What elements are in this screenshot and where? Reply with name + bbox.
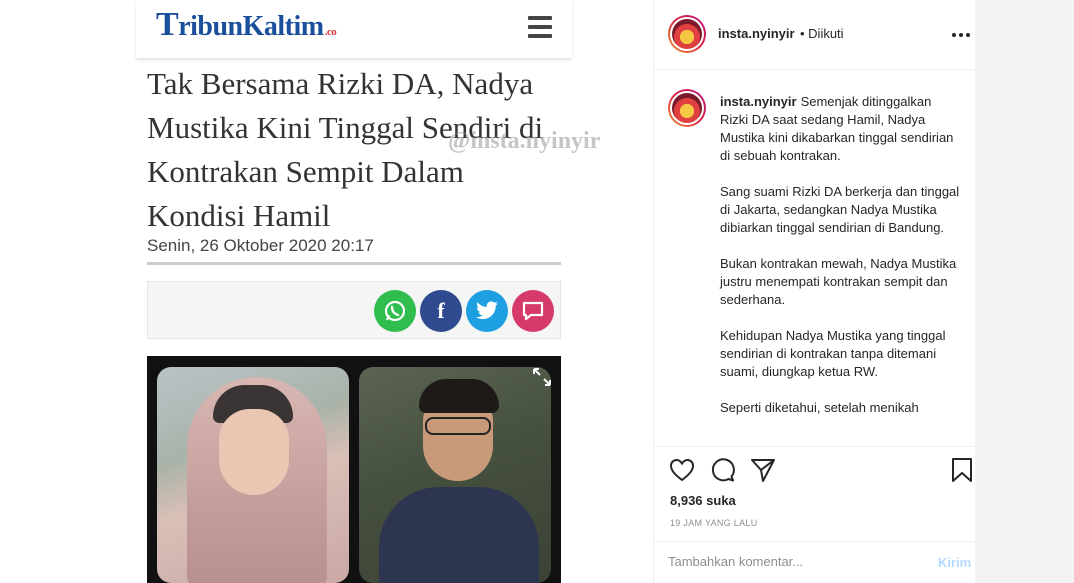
watermark: @insta.nyinyir xyxy=(448,128,601,154)
divider xyxy=(147,262,561,265)
more-options-icon[interactable] xyxy=(950,32,972,38)
post-caption: insta.nyinyir Semenjak ditinggalkan Rizki… xyxy=(720,93,960,435)
expand-icon xyxy=(533,368,551,386)
post-image: TribunKaltim.co Tak Bersama Rizki DA, Na… xyxy=(0,0,654,583)
article-screenshot: TribunKaltim.co Tak Bersama Rizki DA, Na… xyxy=(136,0,600,583)
caption-avatar[interactable] xyxy=(668,89,706,127)
photo-rizki xyxy=(359,367,551,583)
facebook-icon: f xyxy=(420,290,462,332)
whatsapp-icon xyxy=(374,290,416,332)
logo-wordmark: ribunKaltim xyxy=(178,11,324,42)
article-date: Senin, 26 Oktober 2020 20:17 xyxy=(147,236,374,255)
username-link[interactable]: insta.nyinyir xyxy=(718,26,795,41)
like-count[interactable]: 8,936 suka xyxy=(670,493,736,508)
comment-form: Kirim xyxy=(654,541,976,583)
follow-status[interactable]: • Diikuti xyxy=(800,26,844,41)
site-logo: TribunKaltim.co xyxy=(156,6,337,44)
share-icon[interactable] xyxy=(749,456,777,484)
instagram-post-panel: insta.nyinyir • Diikuti insta.nyinyir Sem… xyxy=(653,0,976,583)
site-header: TribunKaltim.co xyxy=(136,0,572,58)
caption-paragraph: Sang suami Rizki DA berkerja dan tinggal… xyxy=(720,184,960,235)
caption-paragraph: Kehidupan Nadya Mustika yang tinggal sen… xyxy=(720,328,946,379)
post-header: insta.nyinyir • Diikuti xyxy=(654,0,976,70)
twitter-icon xyxy=(466,290,508,332)
caption-username[interactable]: insta.nyinyir xyxy=(720,94,797,109)
comment-bubble-icon[interactable] xyxy=(709,456,737,484)
article-photo xyxy=(147,356,561,583)
share-bar: f xyxy=(147,281,561,339)
post-timestamp[interactable]: 19 JAM YANG LALU xyxy=(670,518,758,528)
bookmark-icon[interactable] xyxy=(948,456,976,484)
caption-paragraph: Bukan kontrakan mewah, Nadya Mustika jus… xyxy=(720,256,957,307)
heart-icon[interactable] xyxy=(668,456,696,484)
photo-nadya xyxy=(157,367,349,583)
hamburger-menu-icon xyxy=(528,16,552,38)
caption-area[interactable]: insta.nyinyir Semenjak ditinggalkan Rizki… xyxy=(654,71,976,447)
avatar[interactable] xyxy=(668,15,706,53)
comment-icon xyxy=(512,290,554,332)
logo-initial: T xyxy=(156,6,179,43)
comment-input[interactable] xyxy=(668,554,918,569)
caption-paragraph: Seperti diketahui, setelah menikah xyxy=(720,400,919,415)
logo-suffix: .co xyxy=(324,26,337,38)
post-actions xyxy=(654,456,976,490)
post-comment-button[interactable]: Kirim xyxy=(938,555,971,570)
